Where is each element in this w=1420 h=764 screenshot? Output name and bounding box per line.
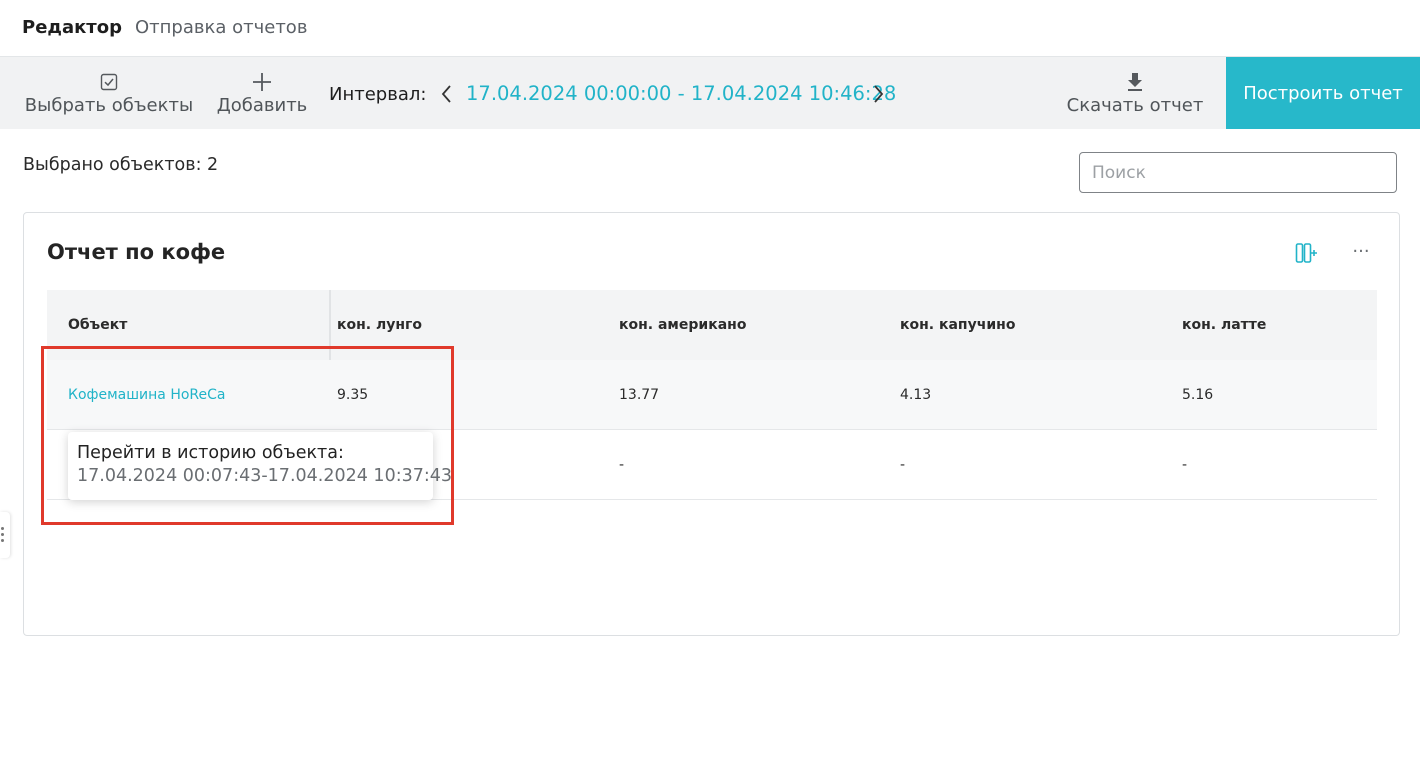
cell-lungo: 9.35: [337, 387, 369, 403]
cell-latte: -: [1182, 457, 1188, 473]
download-report-label: Скачать отчет: [1066, 95, 1204, 116]
more-horizontal-icon[interactable]: ···: [1349, 240, 1373, 264]
interval-label: Интервал:: [329, 84, 427, 105]
sidebar-toggle-handle[interactable]: [0, 512, 10, 558]
download-report-button[interactable]: Скачать отчет: [1066, 57, 1204, 129]
report-card: Отчет по кофе ··· Объект кон. лунго кон.…: [23, 212, 1400, 636]
cell-latte: 5.16: [1182, 387, 1214, 403]
add-label: Добавить: [216, 95, 308, 116]
column-header-lungo[interactable]: кон. лунго: [337, 290, 422, 360]
selected-objects-count: Выбрано объектов: 2: [23, 155, 219, 175]
column-resize-handle[interactable]: [329, 290, 331, 360]
select-objects-label: Выбрать объекты: [24, 95, 194, 116]
column-header-cappuccino[interactable]: кон. капучино: [900, 290, 1015, 360]
interval-next-button[interactable]: [869, 80, 889, 108]
tab-editor[interactable]: Редактор: [22, 17, 122, 38]
build-report-button[interactable]: Построить отчет: [1226, 57, 1420, 129]
add-button[interactable]: Добавить: [216, 57, 308, 129]
cell-americano: 13.77: [619, 387, 660, 403]
search-input[interactable]: [1079, 152, 1397, 193]
cell-cappuccino: 4.13: [900, 387, 932, 403]
checkbox-icon: [100, 69, 118, 95]
cell-cappuccino: -: [900, 457, 906, 473]
chevron-left-icon: [441, 85, 451, 103]
table-header: Объект кон. лунго кон. американо кон. ка…: [47, 290, 1377, 360]
plus-icon: [251, 69, 273, 95]
column-header-americano[interactable]: кон. американо: [619, 290, 746, 360]
interval-prev-button[interactable]: [436, 80, 456, 108]
tooltip-interval: 17.04.2024 00:07:43-17.04.2024 10:37:43: [77, 466, 453, 486]
chevron-right-icon: [874, 85, 884, 103]
column-settings-icon: [1295, 243, 1317, 263]
column-header-latte[interactable]: кон. латте: [1182, 290, 1266, 360]
tooltip-title: Перейти в историю объекта:: [77, 443, 344, 463]
column-header-object[interactable]: Объект: [68, 290, 127, 360]
table-row: Кофемашина HoReCa 9.35 13.77 4.13 5.16: [47, 360, 1377, 430]
report-title: Отчет по кофе: [47, 240, 226, 264]
cell-americano: -: [619, 457, 625, 473]
object-link[interactable]: Кофемашина HoReCa: [68, 360, 225, 430]
tab-report-sending[interactable]: Отправка отчетов: [135, 17, 307, 38]
download-icon: [1126, 69, 1144, 95]
object-history-tooltip[interactable]: Перейти в историю объекта: 17.04.2024 00…: [68, 432, 453, 500]
select-objects-button[interactable]: Выбрать объекты: [24, 57, 194, 129]
top-tabs: Редактор Отправка отчетов: [0, 0, 1420, 57]
interval-value[interactable]: 17.04.2024 00:00:00 - 17.04.2024 10:46:2…: [466, 82, 896, 105]
column-settings-button[interactable]: [1294, 241, 1318, 265]
